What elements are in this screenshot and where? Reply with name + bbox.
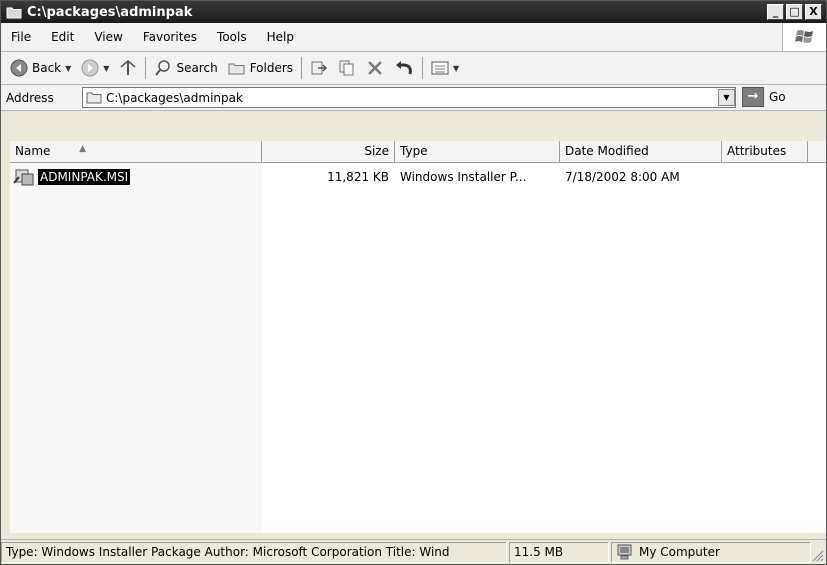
toolbar: Back ▼ ▼ Search Folders ▼	[1, 52, 826, 85]
file-date: 7/18/2002 8:00 AM	[565, 170, 680, 184]
menu-edit[interactable]: Edit	[41, 30, 84, 44]
search-label: Search	[176, 61, 218, 75]
go-label: Go	[769, 90, 786, 104]
folders-button[interactable]: Folders	[223, 55, 298, 81]
go-button[interactable]: → Go	[742, 87, 786, 107]
forward-arrow-icon	[81, 59, 99, 77]
file-row[interactable]: ADMINPAK.MSI 11,821 KB Windows Installer…	[13, 167, 722, 187]
views-button[interactable]: ▼	[426, 55, 464, 81]
address-dropdown-icon[interactable]: ▼	[718, 89, 735, 106]
folder-icon	[86, 92, 102, 104]
status-zone: My Computer	[611, 541, 811, 563]
explorer-window: C:\packages\adminpak _ □ X File Edit Vie…	[0, 0, 827, 565]
status-bar: Type: Windows Installer Package Author: …	[1, 539, 826, 564]
window-controls: _ □ X	[767, 4, 822, 20]
go-arrow-icon: →	[742, 87, 764, 107]
toolbar-separator	[145, 57, 147, 79]
sorted-column-highlight	[10, 163, 262, 533]
menu-help[interactable]: Help	[257, 30, 304, 44]
menu-tools[interactable]: Tools	[207, 30, 257, 44]
file-size: 11,821 KB	[327, 170, 389, 184]
status-location: My Computer	[639, 545, 720, 559]
column-header-attributes[interactable]: Attributes	[722, 141, 808, 163]
up-folder-icon	[120, 60, 136, 75]
file-type: Windows Installer P...	[400, 170, 527, 184]
minimize-button[interactable]: _	[767, 4, 784, 20]
undo-button[interactable]	[389, 55, 419, 81]
resize-grip-icon[interactable]	[810, 548, 824, 562]
forward-dropdown-icon[interactable]: ▼	[103, 64, 109, 73]
menu-favorites[interactable]: Favorites	[133, 30, 207, 44]
delete-button[interactable]	[361, 55, 389, 81]
folders-label: Folders	[249, 61, 294, 75]
copy-to-button[interactable]	[333, 55, 361, 81]
toolbar-separator	[301, 57, 303, 79]
title-bar[interactable]: C:\packages\adminpak _ □ X	[1, 1, 826, 23]
address-bar: Address C:\packages\adminpak ▼ → Go	[1, 85, 826, 111]
column-header-date[interactable]: Date Modified	[560, 141, 722, 163]
menu-view[interactable]: View	[84, 30, 132, 44]
menu-file[interactable]: File	[1, 30, 41, 44]
address-value: C:\packages\adminpak	[106, 90, 243, 105]
move-to-button[interactable]	[305, 55, 333, 81]
copy-to-icon	[339, 60, 354, 76]
toolbar-separator	[422, 57, 424, 79]
search-icon	[155, 60, 171, 76]
column-headers: Name ▲ Size Type Date Modified Attribute…	[10, 141, 826, 163]
forward-button[interactable]: ▼	[76, 55, 114, 81]
address-label: Address	[6, 90, 54, 105]
menu-bar: File Edit View Favorites Tools Help	[1, 23, 826, 52]
views-icon	[431, 61, 449, 75]
computer-icon	[617, 544, 632, 560]
back-arrow-icon	[10, 59, 28, 77]
close-button[interactable]: X	[805, 4, 822, 20]
window-title: C:\packages\adminpak	[27, 4, 193, 20]
msi-package-icon	[13, 169, 34, 186]
column-header-size[interactable]: Size	[262, 141, 395, 163]
status-info: Type: Windows Installer Package Author: …	[1, 541, 507, 563]
views-dropdown-icon[interactable]: ▼	[453, 64, 459, 73]
move-to-icon	[311, 61, 328, 75]
file-name[interactable]: ADMINPAK.MSI	[38, 169, 131, 185]
windows-flag-icon	[794, 30, 813, 43]
undo-icon	[396, 61, 412, 75]
search-button[interactable]: Search	[149, 55, 222, 81]
sort-ascending-icon: ▲	[79, 144, 86, 154]
address-input[interactable]: C:\packages\adminpak ▼	[82, 87, 736, 108]
back-dropdown-icon[interactable]: ▼	[65, 64, 71, 73]
maximize-button[interactable]: □	[786, 4, 803, 20]
windows-logo	[782, 23, 826, 51]
folder-icon	[6, 7, 22, 18]
file-name-cell: ADMINPAK.MSI	[13, 168, 262, 186]
folders-icon	[228, 63, 245, 75]
column-header-type[interactable]: Type	[395, 141, 560, 163]
delete-icon	[368, 61, 382, 75]
back-label: Back	[32, 61, 62, 75]
up-button[interactable]	[114, 55, 142, 81]
back-button[interactable]: Back ▼	[5, 55, 76, 81]
column-header-name[interactable]: Name ▲	[10, 141, 262, 163]
status-size: 11.5 MB	[509, 541, 609, 563]
